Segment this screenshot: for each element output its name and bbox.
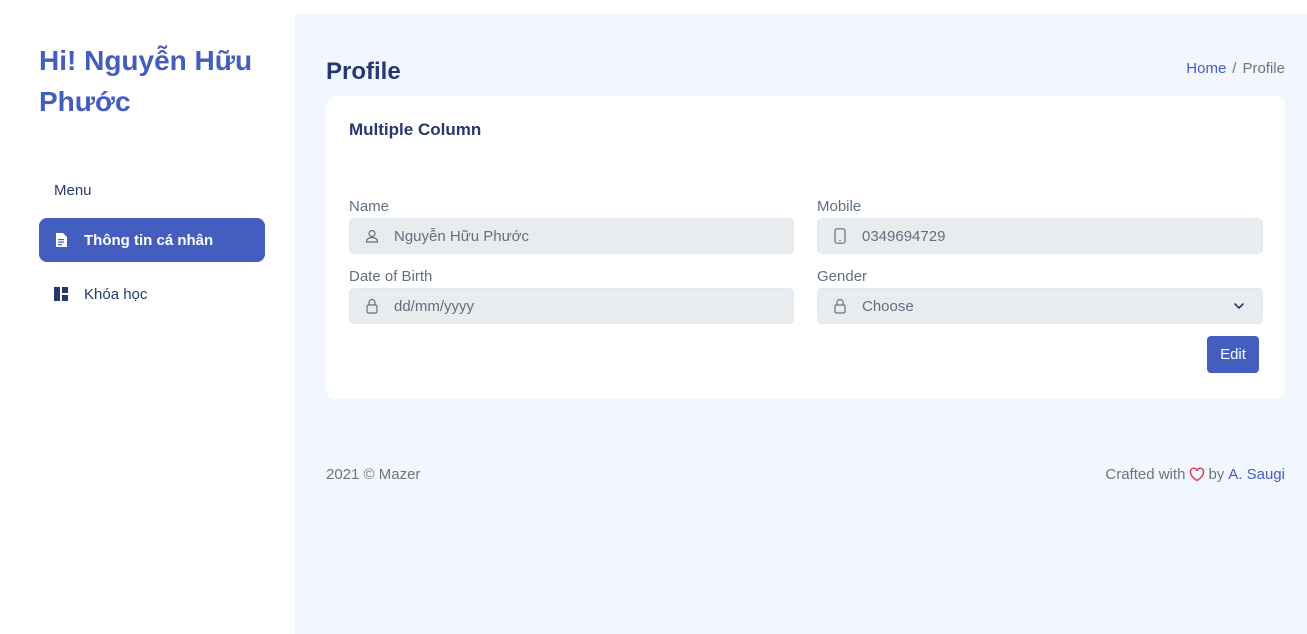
lock-icon — [832, 298, 848, 314]
edit-button[interactable]: Edit — [1207, 336, 1259, 373]
page-title: Profile — [326, 58, 401, 85]
main-content: Profile Home / Profile Multiple Column Nam… — [295, 14, 1307, 634]
phone-icon — [832, 228, 848, 244]
file-icon — [54, 233, 68, 247]
footer-copyright: 2021 © Mazer — [326, 466, 421, 483]
profile-card: Multiple Column Name Nguyễn Hữu Phước Mo… — [326, 96, 1285, 399]
grid-icon — [54, 287, 68, 301]
name-label: Name — [349, 198, 390, 215]
sidebar-item-personal-info[interactable]: Thông tin cá nhân — [39, 218, 265, 262]
sidebar: Hi! Nguyễn Hữu Phước Menu Thông tin cá n… — [0, 0, 295, 634]
mobile-input[interactable]: 0349694729 — [817, 218, 1263, 254]
sidebar-item-label: Thông tin cá nhân — [84, 231, 214, 249]
crafted-text: Crafted with — [1105, 466, 1186, 483]
sidebar-item-courses[interactable]: Khóa học — [39, 272, 265, 316]
author-link[interactable]: A. Saugi — [1228, 466, 1285, 483]
mobile-label: Mobile — [817, 198, 862, 215]
footer-credits: Crafted with by A. Saugi — [1105, 466, 1285, 483]
by-text: by — [1208, 466, 1225, 483]
person-icon — [364, 228, 380, 244]
name-value: Nguyễn Hữu Phước — [394, 227, 529, 245]
name-input[interactable]: Nguyễn Hữu Phước — [349, 218, 794, 254]
breadcrumb: Home / Profile — [1186, 60, 1285, 77]
chevron-down-icon — [1232, 299, 1246, 313]
breadcrumb-current: Profile — [1242, 60, 1285, 77]
breadcrumb-separator: / — [1232, 60, 1237, 77]
mobile-value: 0349694729 — [862, 227, 946, 245]
dob-input[interactable]: dd/mm/yyyy — [349, 288, 794, 324]
dob-value: dd/mm/yyyy — [394, 297, 475, 315]
menu-title: Menu — [54, 182, 92, 199]
sidebar-item-label: Khóa học — [84, 285, 148, 303]
heart-icon — [1189, 467, 1205, 482]
gender-select[interactable]: Choose — [817, 288, 1263, 324]
dob-label: Date of Birth — [349, 268, 433, 285]
gender-label: Gender — [817, 268, 868, 285]
breadcrumb-home[interactable]: Home — [1186, 60, 1226, 77]
card-title: Multiple Column — [349, 120, 482, 139]
lock-icon — [364, 298, 380, 314]
gender-value: Choose — [862, 297, 914, 315]
sidebar-greeting: Hi! Nguyễn Hữu Phước — [39, 45, 253, 117]
